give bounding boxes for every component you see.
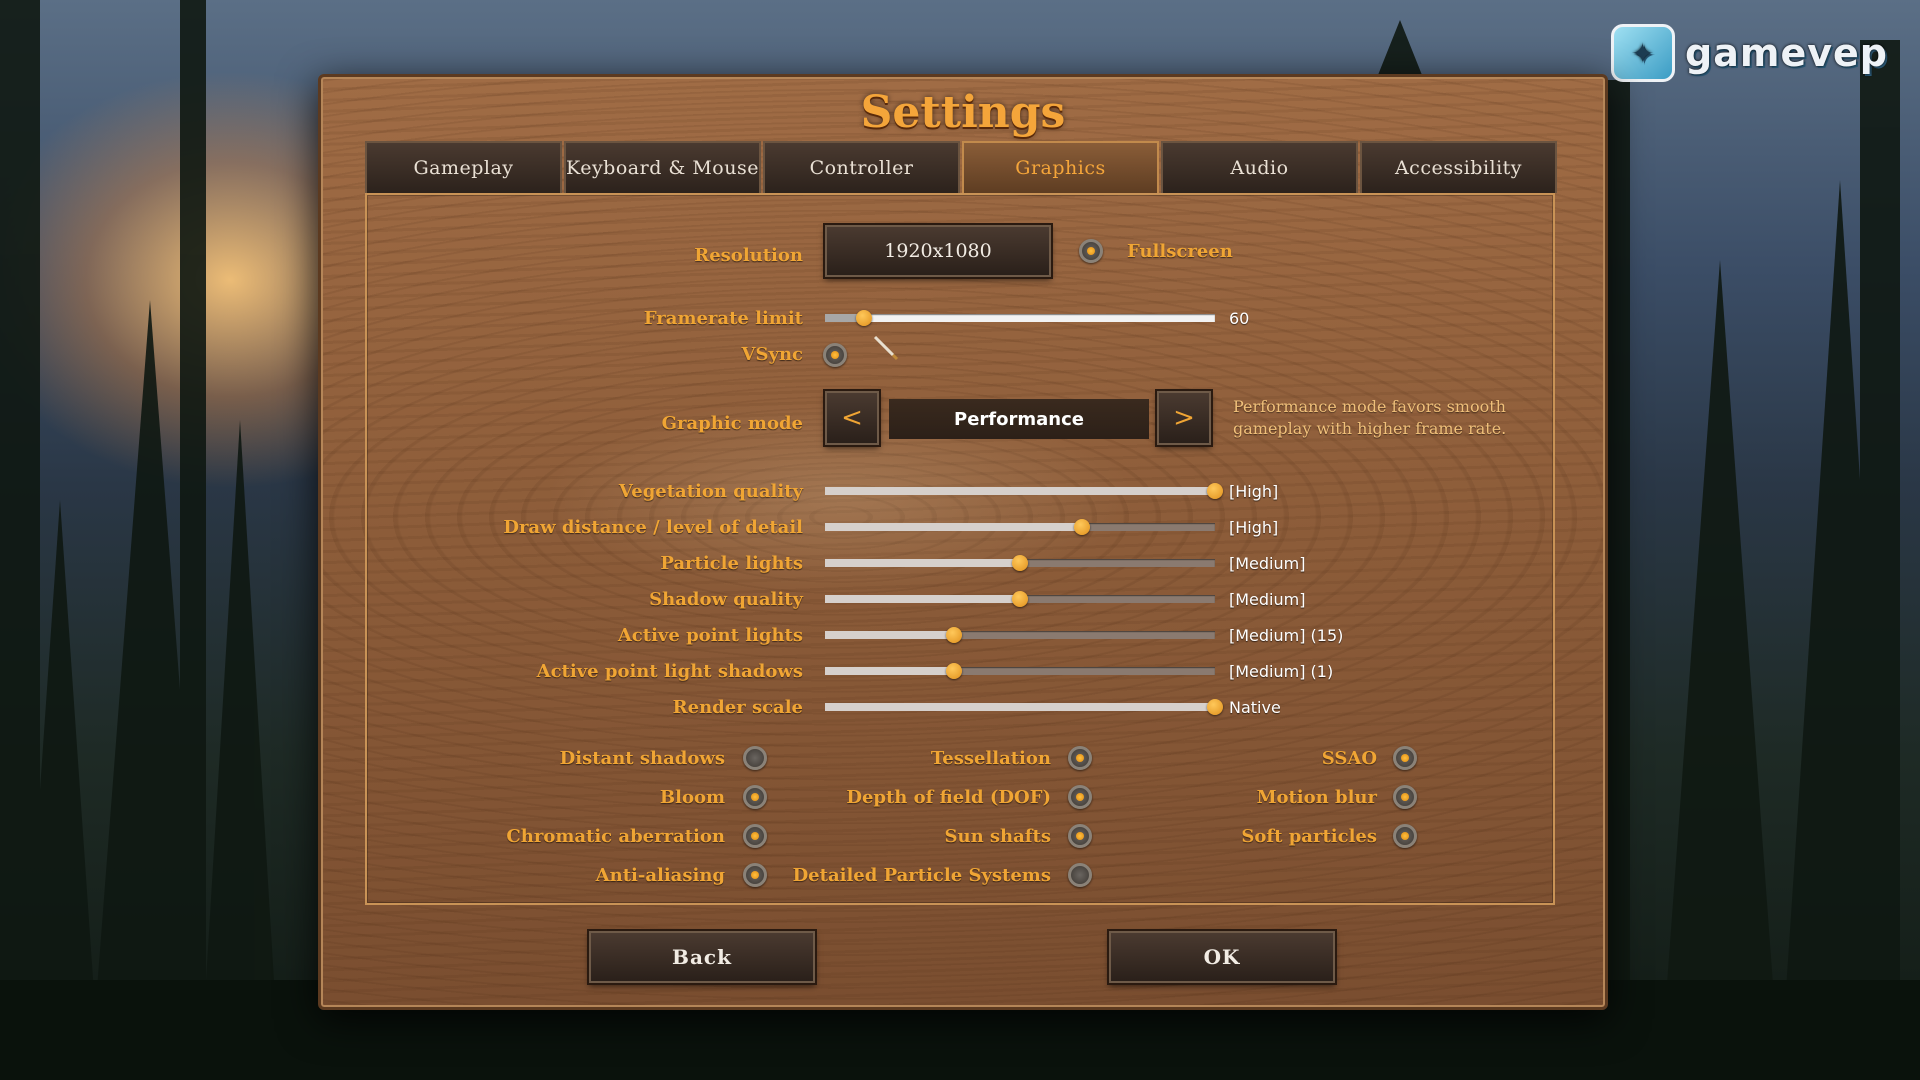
chromatic-aberration-label: Chromatic aberration [506,826,725,847]
tab-keyboard-mouse[interactable]: Keyboard & Mouse [564,141,761,193]
window-title: Settings [860,87,1066,138]
slider-fill [825,487,1215,495]
depth-of-field-label: Depth of field (DOF) [846,787,1051,808]
slider-fill [825,523,1083,531]
soft-particles-label: Soft particles [1241,826,1377,847]
soft-particles-toggle[interactable] [1393,824,1417,848]
particle-lights-value: [Medium] [1229,554,1306,573]
render-scale-slider[interactable] [825,699,1223,715]
graphics-settings-area: Resolution 1920x1080 Fullscreen Framerat… [365,193,1555,905]
tessellation-label: Tessellation [930,748,1051,769]
active-point-light-shadows-slider[interactable] [825,663,1215,679]
ssao-label: SSAO [1321,748,1377,769]
vegetation-quality-label: Vegetation quality [618,481,803,502]
slider-knob[interactable] [945,663,962,679]
depth-of-field-toggle[interactable] [1068,785,1092,809]
draw-distance-label: Draw distance / level of detail [503,517,803,538]
slider-knob[interactable] [945,627,962,643]
active-point-light-shadows-label: Active point light shadows [536,661,803,682]
ssao-toggle[interactable] [1393,746,1417,770]
slider-track [825,314,1215,322]
slider-knob[interactable] [1207,483,1223,499]
shadow-quality-slider[interactable] [825,591,1215,607]
active-point-light-shadows-value: [Medium] (1) [1229,662,1334,681]
chevron-right-icon: > [1173,403,1195,433]
motion-blur-label: Motion blur [1256,787,1377,808]
fullscreen-toggle[interactable] [1079,239,1103,263]
active-point-lights-slider[interactable] [825,627,1215,643]
shadow-quality-label: Shadow quality [649,589,803,610]
anti-aliasing-label: Anti-aliasing [595,865,725,886]
vsync-label: VSync [741,344,803,365]
slider-fill [825,631,954,639]
slider-fill [825,595,1020,603]
tab-gameplay[interactable]: Gameplay [365,141,562,193]
graphic-mode-label: Graphic mode [661,413,803,434]
watermark: ✦ gamevep [1611,24,1888,82]
particle-lights-label: Particle lights [660,553,803,574]
back-button[interactable]: Back [589,931,815,983]
graphic-mode-prev-button[interactable]: < [825,391,879,445]
resolution-dropdown[interactable]: 1920x1080 [825,225,1051,277]
vegetation-quality-value: [High] [1229,482,1279,501]
slider-knob[interactable] [1074,519,1091,535]
detailed-particle-systems-toggle[interactable] [1068,863,1092,887]
render-scale-label: Render scale [672,697,803,718]
tab-audio[interactable]: Audio [1161,141,1358,193]
tessellation-toggle[interactable] [1068,746,1092,770]
shadow-quality-value: [Medium] [1229,590,1306,609]
tab-accessibility[interactable]: Accessibility [1360,141,1557,193]
chevron-left-icon: < [841,403,863,433]
slider-knob[interactable] [1207,699,1223,715]
active-point-lights-label: Active point lights [617,625,803,646]
motion-blur-toggle[interactable] [1393,785,1417,809]
particle-lights-slider[interactable] [825,555,1215,571]
graphic-mode-value: Performance [889,399,1149,439]
sun-shafts-toggle[interactable] [1068,824,1092,848]
ok-button[interactable]: OK [1109,931,1335,983]
slider-knob[interactable] [1012,591,1028,607]
tab-graphics[interactable]: Graphics [962,141,1159,193]
distant-shadows-label: Distant shadows [559,748,725,769]
slider-knob[interactable] [1012,555,1028,571]
framerate-slider[interactable] [825,310,1215,326]
active-point-lights-value: [Medium] (15) [1229,626,1344,645]
render-scale-value: Native [1229,698,1281,717]
resolution-label: Resolution [694,245,803,266]
tab-bar: Gameplay Keyboard & Mouse Controller Gra… [365,141,1557,193]
graphic-mode-description: Performance mode favors smooth gameplay … [1233,397,1507,438]
framerate-label: Framerate limit [643,308,803,329]
vsync-toggle[interactable] [823,343,847,367]
framerate-value: 60 [1229,309,1250,328]
draw-distance-slider[interactable] [825,519,1215,535]
mouse-cursor-icon [873,335,899,361]
vegetation-quality-slider[interactable] [825,483,1223,499]
sun-shafts-label: Sun shafts [944,826,1051,847]
settings-window: Settings Gameplay Keyboard & Mouse Contr… [318,74,1608,1010]
slider-fill [825,667,954,675]
tab-controller[interactable]: Controller [763,141,960,193]
bloom-label: Bloom [659,787,725,808]
watermark-text: gamevep [1685,31,1888,75]
slider-knob[interactable] [856,310,872,326]
gamepad-logo-icon: ✦ [1611,24,1676,82]
graphic-mode-next-button[interactable]: > [1157,391,1211,445]
draw-distance-value: [High] [1229,518,1279,537]
slider-fill [825,559,1020,567]
fullscreen-label: Fullscreen [1127,241,1233,262]
detailed-particle-systems-label: Detailed Particle Systems [792,865,1051,886]
slider-fill [825,703,1215,711]
